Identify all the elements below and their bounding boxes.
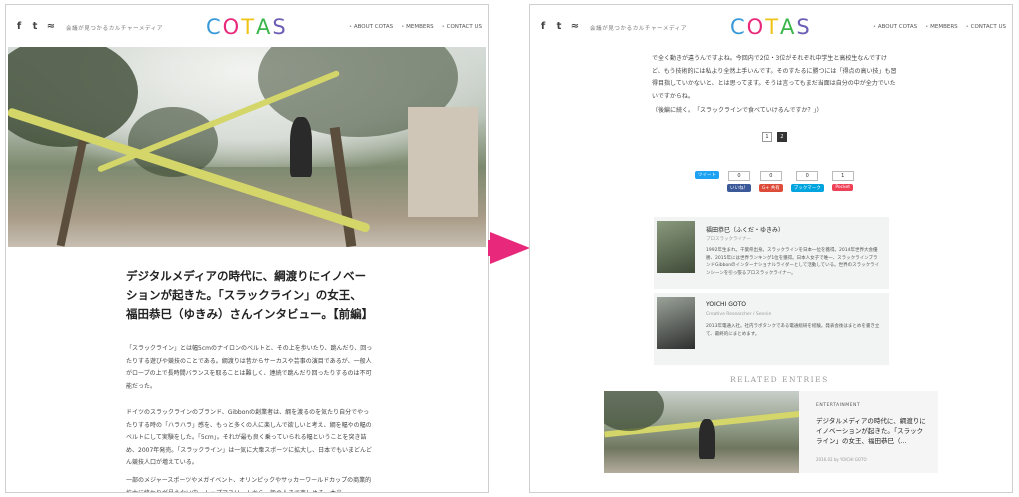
twitter-icon[interactable]: t — [30, 21, 40, 32]
pocket-share[interactable]: 1 Pocket — [831, 171, 854, 191]
related-title[interactable]: デジタルメディアの時代に、綱渡りにイノベーションが起きた。「スラックライン」の女… — [816, 416, 928, 446]
facebook-icon[interactable]: f — [538, 21, 548, 32]
rss-icon[interactable]: ≈ — [570, 21, 580, 32]
article-paragraph: で全く動きが違うんですよね。今回内で2位・3位がそれぞれ中学生と高校生なんですけ… — [652, 55, 897, 100]
nav-members[interactable]: MEMBERS — [401, 24, 434, 30]
nav-contact[interactable]: CONTACT US — [966, 24, 1006, 30]
nav-about[interactable]: ABOUT COTAS — [873, 24, 917, 30]
logo-letter: A — [256, 15, 273, 39]
article-paragraph: 「スラックライン」とは幅5cmのナイロンのベルトと、その上を歩いたり、跳んだり、… — [126, 345, 373, 390]
author-role: プロスラックライナー — [706, 237, 751, 242]
site-tagline: 会議が見つかるカルチャーメディア — [66, 26, 163, 32]
nav-members[interactable]: MEMBERS — [925, 24, 958, 30]
facebook-share[interactable]: 0 いいね！ — [727, 171, 751, 192]
article-paragraph: ドイツのスラックラインのブランド、Gibbonの創業者は、綱を渡るのを気たり自分… — [126, 409, 372, 466]
avatar — [657, 297, 695, 349]
page-screenshot-left: f t ≈ 会議が見つかるカルチャーメディア COTAS ABOUT COTAS… — [5, 4, 489, 493]
main-nav: ABOUT COTAS MEMBERS CONTACT US — [873, 24, 1006, 30]
logo-letter: S — [796, 15, 812, 39]
logo-letter: O — [746, 15, 766, 39]
gplus-button[interactable]: G+ 共有 — [759, 184, 783, 192]
hatena-button[interactable]: ブックマーク — [790, 184, 824, 192]
page-2-button[interactable]: 2 — [777, 132, 787, 142]
hatena-count: 0 — [796, 171, 819, 181]
article-paragraph: 一部のメジャースポーツやメガイベント、オリンピックやサッカーワールドカップの商業… — [126, 477, 372, 493]
related-category: ENTERTAINMENT — [816, 403, 861, 408]
rss-icon[interactable]: ≈ — [46, 21, 56, 32]
site-logo[interactable]: COTAS — [206, 15, 288, 39]
pocket-count: 1 — [831, 171, 854, 181]
logo-letter: T — [241, 15, 257, 39]
logo-letter: C — [730, 15, 747, 39]
related-heading: RELATED ENTRIES — [730, 375, 829, 384]
main-nav: ABOUT COTAS MEMBERS CONTACT US — [349, 24, 482, 30]
facebook-icon[interactable]: f — [14, 21, 24, 32]
nav-contact[interactable]: CONTACT US — [442, 24, 482, 30]
related-meta: 2016.02 by YOICHI GOTO — [816, 457, 867, 462]
related-thumbnail[interactable] — [604, 391, 799, 473]
article-title: デジタルメディアの時代に、綱渡りにイノベーションが起きた。「スラックライン」の女… — [126, 269, 374, 321]
hero-photo — [8, 47, 486, 247]
logo-letter: A — [780, 15, 797, 39]
site-header: f t ≈ 会議が見つかるカルチャーメディア COTAS ABOUT COTAS… — [530, 5, 1012, 47]
like-count: 0 — [728, 171, 750, 181]
nav-about[interactable]: ABOUT COTAS — [349, 24, 393, 30]
logo-letter: O — [222, 15, 242, 39]
author-card: YOICHI GOTO Creative Researcher / Sennin… — [654, 293, 889, 365]
gplus-count: 0 — [759, 171, 782, 181]
author-card: 福田恭巳（ふくだ・ゆきみ） プロスラックライナー 1992年生まれ。千葉県出身。… — [654, 217, 889, 289]
social-links: f t ≈ — [538, 21, 580, 32]
author-role: Creative Researcher / Sennin — [706, 312, 772, 317]
social-links: f t ≈ — [14, 21, 56, 32]
page-1-button[interactable]: 1 — [762, 132, 772, 142]
logo-letter: S — [272, 15, 288, 39]
share-bar: ツイート 0 いいね！ 0 G+ 共有 0 ブックマーク 1 Pocket — [695, 171, 854, 192]
pagination: 1 2 — [762, 132, 787, 142]
author-bio: 1992年生まれ。千葉県出身。スラックラインを日本一位を獲得。2014年世界大会… — [706, 248, 880, 276]
author-bio: 2013年電通入社。社内ラボタンクである電通総研を経験。発表会後はまとめを書き立… — [706, 324, 880, 337]
tweet-button[interactable]: ツイート — [695, 171, 719, 179]
pocket-button[interactable]: Pocket — [832, 184, 854, 191]
related-entry[interactable]: ENTERTAINMENT デジタルメディアの時代に、綱渡りにイノベーションが起… — [604, 391, 938, 473]
logo-letter: C — [206, 15, 223, 39]
site-logo[interactable]: COTAS — [730, 15, 812, 39]
author-name: YOICHI GOTO — [706, 301, 746, 308]
twitter-icon[interactable]: t — [554, 21, 564, 32]
site-tagline: 会議が見つかるカルチャーメディア — [590, 26, 687, 32]
arrow-right-icon — [490, 232, 530, 264]
avatar — [657, 221, 695, 273]
site-header: f t ≈ 会議が見つかるカルチャーメディア COTAS ABOUT COTAS… — [6, 5, 488, 47]
continued-note: （後編に続く。 「スラックラインで食べていけるんですか？」） — [652, 107, 823, 114]
like-button[interactable]: いいね！ — [727, 184, 751, 192]
author-name: 福田恭巳（ふくだ・ゆきみ） — [706, 227, 785, 234]
gplus-share[interactable]: 0 G+ 共有 — [759, 171, 783, 192]
tweet-share[interactable]: ツイート — [695, 171, 719, 179]
page-screenshot-right: f t ≈ 会議が見つかるカルチャーメディア COTAS ABOUT COTAS… — [529, 4, 1013, 493]
hatena-share[interactable]: 0 ブックマーク — [790, 171, 824, 192]
logo-letter: T — [765, 15, 781, 39]
